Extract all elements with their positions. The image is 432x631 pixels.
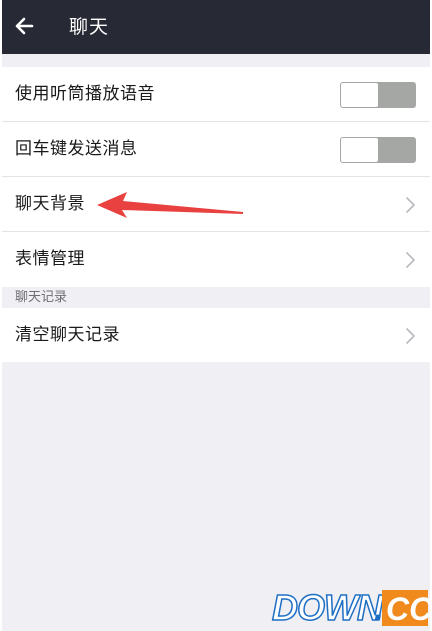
setting-label: 回车键发送消息 xyxy=(15,139,138,159)
setting-row-enter-to-send[interactable]: 回车键发送消息 xyxy=(2,122,430,177)
earpiece-playback-toggle[interactable] xyxy=(340,82,416,108)
setting-row-earpiece-playback[interactable]: 使用听筒播放语音 xyxy=(2,67,430,122)
red-arrow-icon xyxy=(97,190,247,220)
chat-records-group: 清空聊天记录 xyxy=(2,308,430,362)
top-app-bar: 聊天 xyxy=(2,0,430,54)
toggle-knob xyxy=(341,83,378,107)
page-title: 聊天 xyxy=(69,16,110,38)
chat-settings-group: 使用听筒播放语音 回车键发送消息 聊天背景 表情管理 xyxy=(2,67,430,287)
back-arrow-icon xyxy=(15,17,34,35)
svg-text:DOWN: DOWN xyxy=(272,587,384,628)
watermark-logo: DOWN . CC xyxy=(270,584,430,628)
section-header-chat-records: 聊天记录 xyxy=(15,290,68,305)
enter-to-send-toggle[interactable] xyxy=(340,137,416,163)
svg-text:CC: CC xyxy=(386,591,430,627)
chevron-right-icon xyxy=(404,196,416,214)
app-screen: 聊天 使用听筒播放语音 回车键发送消息 聊天背景 表情管理 聊天记录 清空聊天记… xyxy=(2,0,430,631)
toggle-knob xyxy=(341,138,378,162)
setting-row-sticker-management[interactable]: 表情管理 xyxy=(2,232,430,287)
setting-label: 聊天背景 xyxy=(15,194,85,214)
svg-text:.: . xyxy=(374,587,384,628)
chevron-right-icon xyxy=(404,327,416,345)
setting-label: 使用听筒播放语音 xyxy=(15,84,155,104)
chevron-right-icon xyxy=(404,251,416,269)
setting-label: 清空聊天记录 xyxy=(15,325,120,345)
setting-label: 表情管理 xyxy=(15,249,85,269)
back-button[interactable] xyxy=(10,11,40,41)
setting-row-clear-chat-history[interactable]: 清空聊天记录 xyxy=(2,308,430,362)
